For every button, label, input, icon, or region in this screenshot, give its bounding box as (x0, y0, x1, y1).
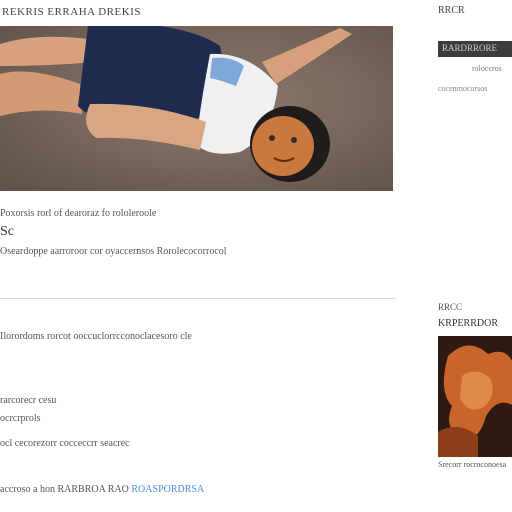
article-column: REKRIS ERRAHA DREKIS Poxorsis rorl of de… (0, 0, 400, 512)
sidebar-label: RRCC (438, 302, 463, 312)
footer-link[interactable]: ROASPORDRSA (131, 484, 204, 495)
sidebar-meta-2: cocenmocorsos (438, 84, 488, 93)
post-title: Sc (0, 224, 14, 239)
divider (0, 298, 396, 299)
sidebar: RRCR RARDRRORE roloccros cocenmocorsos R… (432, 0, 512, 512)
sidebar-thumbnail[interactable] (438, 336, 512, 457)
sidebar-meta-1: roloccros (472, 64, 502, 73)
sidebar-heading: RRCR (438, 5, 465, 16)
hero-image[interactable] (0, 26, 393, 191)
orange-figure-image (438, 336, 512, 457)
paragraph-3: ocrcrprols (0, 413, 41, 424)
byline: Oseardoppe aarroroor cor oyaccernsos Ror… (0, 246, 227, 257)
sidebar-thumb-caption: Srecorr rocroconoesa (438, 460, 507, 469)
footer-line: accroso a hon RARBROA RAO ROASPORDRSA (0, 484, 204, 495)
paragraph-4: ocl cecorezorr cocceccrr seacrec (0, 438, 130, 449)
sidebar-subheading: KRPERRDOR (438, 318, 499, 329)
sidebar-bar-text: RARDRRORE (442, 43, 498, 53)
paragraph-1: Ilorordoms rorcot ooccuclorrcconoclaceso… (0, 331, 192, 342)
sidebar-search-bar[interactable]: RARDRRORE (438, 41, 512, 57)
footer-text: accroso a hon RARBROA RAO (0, 484, 129, 495)
paragraph-2: rarcorecr cesu (0, 395, 57, 406)
child-on-carpet-image (0, 26, 393, 191)
image-caption: Poxorsis rorl of dearoraz fo rololeroole (0, 208, 157, 219)
page-title: REKRIS ERRAHA DREKIS (2, 6, 141, 18)
